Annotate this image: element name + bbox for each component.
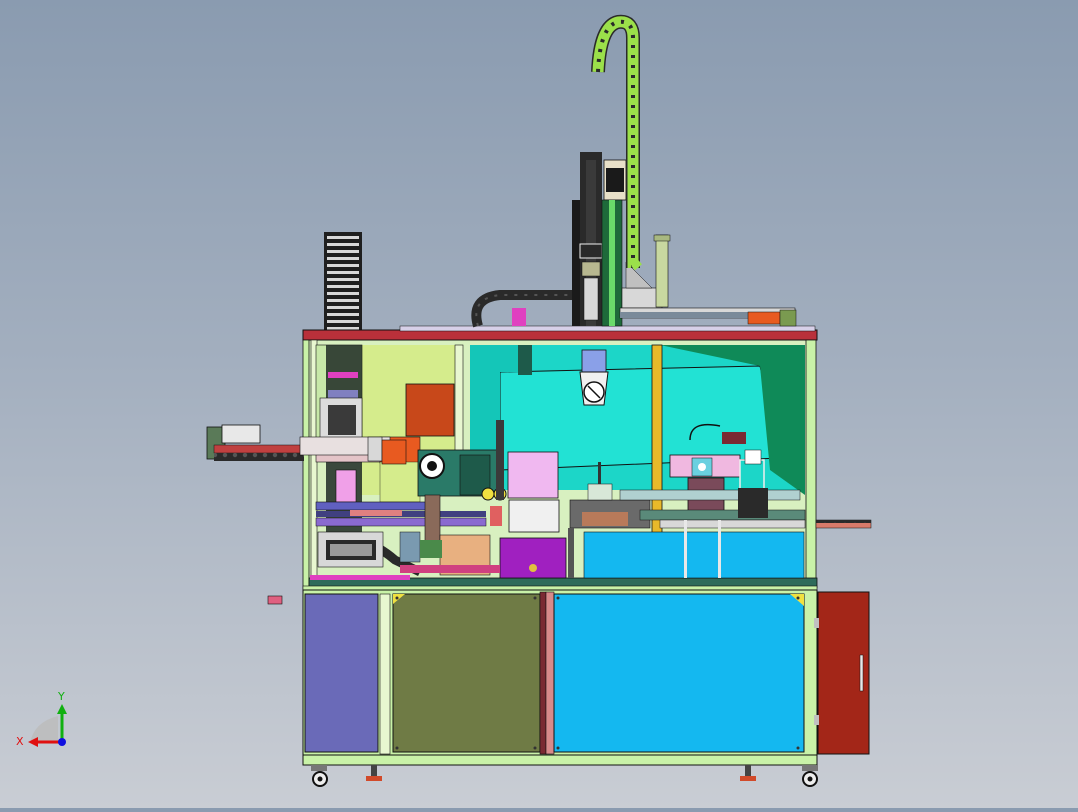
chain-rung bbox=[327, 313, 359, 316]
chain-rung bbox=[327, 299, 359, 302]
orange-block bbox=[405, 383, 455, 437]
leveling-foot bbox=[366, 765, 382, 781]
chain-rung bbox=[327, 292, 359, 295]
blue-panel bbox=[553, 593, 805, 753]
coordinate-triad[interactable]: Y X bbox=[16, 690, 67, 748]
lower-cabinet bbox=[302, 589, 870, 766]
chain-rung bbox=[327, 320, 359, 323]
door-handle[interactable] bbox=[859, 654, 864, 692]
z-axis-dot bbox=[58, 738, 66, 746]
y-axis-label: Y bbox=[57, 690, 65, 703]
x-axis-label: X bbox=[16, 735, 24, 748]
chain-rung bbox=[327, 278, 359, 281]
top-arched-drag-chain bbox=[471, 290, 575, 328]
caster-wheel bbox=[802, 765, 818, 787]
chain-rung bbox=[327, 236, 359, 239]
caster-wheel bbox=[311, 765, 328, 787]
left-vertical-drag-chain bbox=[324, 232, 362, 332]
olive-panel bbox=[392, 593, 541, 753]
machine-drawing: Y X bbox=[16, 14, 872, 787]
casters bbox=[311, 765, 818, 787]
chain-rung bbox=[327, 271, 359, 274]
vertical-z-column bbox=[572, 152, 797, 327]
chain-rung bbox=[327, 257, 359, 260]
top-plate bbox=[302, 329, 818, 341]
side-sensor bbox=[267, 595, 283, 605]
cad-viewport[interactable]: Y X bbox=[0, 0, 1078, 808]
chain-rung bbox=[327, 243, 359, 246]
chain-rung bbox=[327, 285, 359, 288]
chain-rung bbox=[327, 250, 359, 253]
leveling-foot bbox=[740, 765, 756, 781]
chain-rung bbox=[327, 306, 359, 309]
chain-rung bbox=[327, 264, 359, 267]
violet-panel bbox=[304, 593, 379, 753]
